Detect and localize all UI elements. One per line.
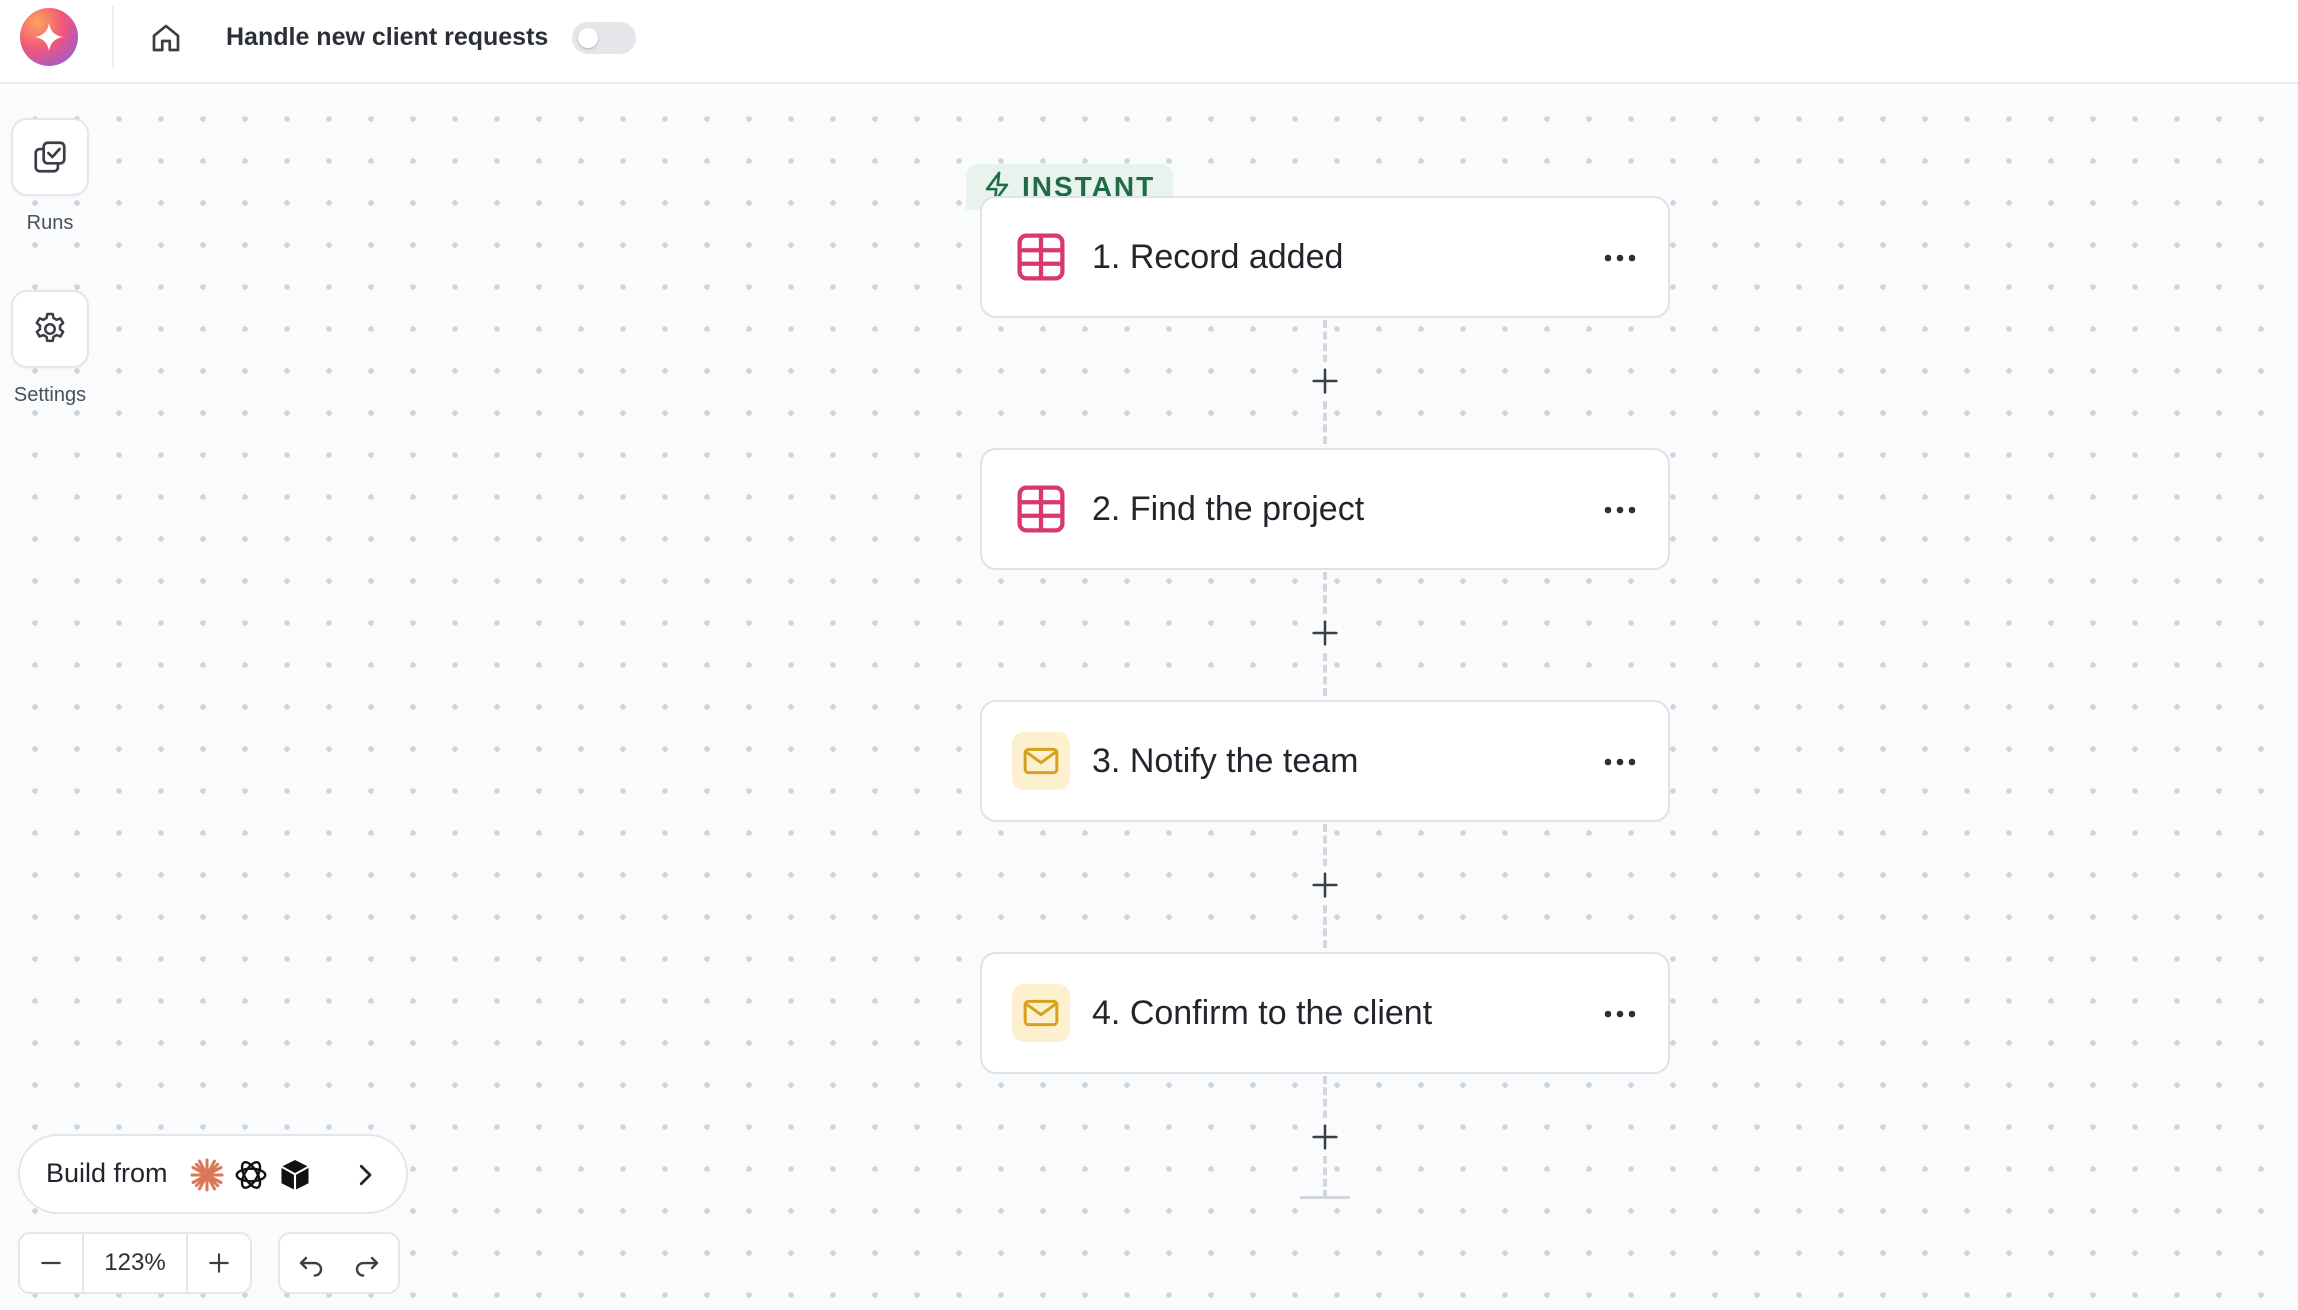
step-title: 4. Confirm to the client	[1092, 992, 1432, 1034]
more-horizontal-icon	[1604, 1010, 1636, 1018]
step-title: 2. Find the project	[1092, 488, 1364, 530]
step-name: Find the project	[1129, 490, 1365, 528]
minus-icon	[41, 1261, 61, 1265]
top-bar: Handle new client requests	[0, 0, 2298, 84]
step-more-button[interactable]	[1598, 490, 1642, 530]
step-card-2[interactable]: 2. Find the project	[980, 448, 1670, 570]
more-horizontal-icon	[1604, 254, 1636, 262]
topbar-divider	[112, 6, 114, 68]
cube-icon	[276, 1156, 314, 1194]
history-controls	[278, 1232, 400, 1294]
undo-button[interactable]	[282, 1234, 340, 1292]
toggle-knob	[578, 28, 598, 48]
step-app-icon	[1012, 732, 1070, 790]
step-number: 3.	[1092, 742, 1121, 780]
step-title: 1. Record added	[1092, 236, 1343, 278]
sidebar-item-settings-label: Settings	[13, 384, 87, 406]
sidebar-item-runs-label: Runs	[26, 212, 74, 234]
step-app-icon	[1012, 984, 1070, 1042]
add-step-button[interactable]	[1306, 1118, 1344, 1156]
mail-icon	[1023, 999, 1059, 1027]
step-card-4[interactable]: 4. Confirm to the client	[980, 952, 1670, 1074]
table-icon	[1017, 233, 1065, 281]
plus-icon	[209, 1253, 229, 1273]
add-step-button[interactable]	[1306, 362, 1344, 400]
more-horizontal-icon	[1604, 758, 1636, 766]
workflow-title[interactable]: Handle new client requests	[226, 20, 548, 54]
step-title: 3. Notify the team	[1092, 740, 1358, 782]
flow-end-marker	[1300, 1196, 1350, 1199]
plus-icon	[1312, 1124, 1338, 1150]
settings-button[interactable]	[11, 290, 89, 368]
zoom-level[interactable]: 123%	[82, 1234, 188, 1292]
add-step-button[interactable]	[1306, 614, 1344, 652]
zoom-controls: 123%	[18, 1232, 252, 1294]
openai-icon	[232, 1156, 270, 1194]
app-logo[interactable]	[20, 8, 78, 66]
more-horizontal-icon	[1604, 506, 1636, 514]
step-app-icon	[1012, 228, 1070, 286]
step-card-1[interactable]: 1. Record added	[980, 196, 1670, 318]
claude-icon	[188, 1156, 226, 1194]
step-more-button[interactable]	[1598, 742, 1642, 782]
step-name: Record added	[1129, 238, 1344, 276]
chevron-right-icon	[346, 1156, 384, 1194]
plus-icon	[1312, 620, 1338, 646]
plus-icon	[1312, 368, 1338, 394]
table-icon	[1017, 485, 1065, 533]
add-step-button[interactable]	[1306, 866, 1344, 904]
sparkle-icon	[34, 22, 64, 52]
gear-icon	[35, 312, 65, 343]
home-icon	[152, 24, 180, 52]
build-from-label: Build from	[46, 1158, 168, 1188]
plus-icon	[1312, 872, 1338, 898]
step-number: 2.	[1092, 490, 1121, 528]
workflow-enable-toggle[interactable]	[572, 22, 636, 54]
redo-button[interactable]	[338, 1234, 396, 1292]
step-card-3[interactable]: 3. Notify the team	[980, 700, 1670, 822]
step-number: 1.	[1092, 238, 1121, 276]
zoom-out-button[interactable]	[20, 1234, 84, 1292]
step-name: Notify the team	[1129, 742, 1359, 780]
home-button[interactable]	[144, 16, 188, 60]
step-app-icon	[1012, 480, 1070, 538]
undo-icon	[299, 1256, 323, 1277]
redo-icon	[355, 1256, 379, 1277]
runs-button[interactable]	[11, 118, 89, 196]
step-more-button[interactable]	[1598, 238, 1642, 278]
runs-icon	[34, 141, 66, 173]
step-more-button[interactable]	[1598, 994, 1642, 1034]
step-name: Confirm to the client	[1129, 994, 1433, 1032]
step-number: 4.	[1092, 994, 1121, 1032]
build-from-button[interactable]: Build from	[18, 1134, 408, 1214]
zoom-in-button[interactable]	[186, 1234, 250, 1292]
mail-icon	[1023, 747, 1059, 775]
